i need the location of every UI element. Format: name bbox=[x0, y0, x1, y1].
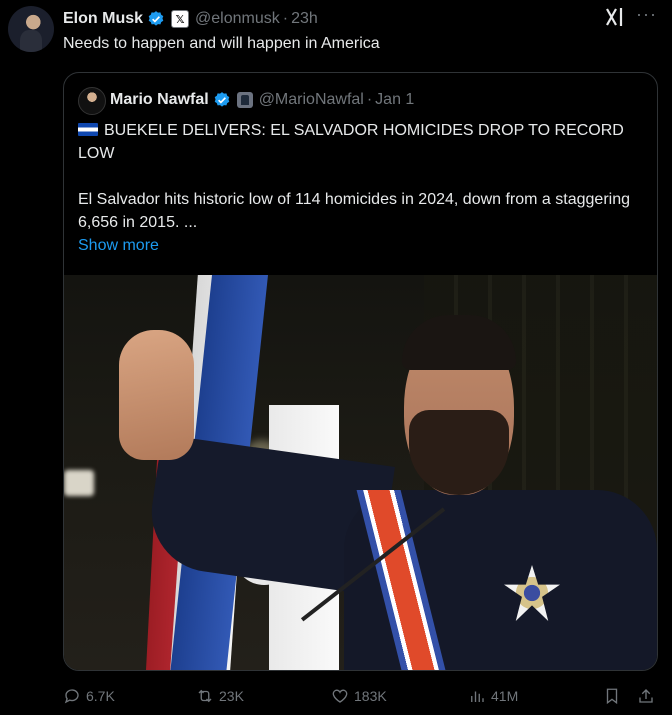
quoted-headline: BUEKELE DELIVERS: EL SALVADOR HOMICIDES … bbox=[78, 122, 624, 162]
quoted-tweet-body: BUEKELE DELIVERS: EL SALVADOR HOMICIDES … bbox=[78, 119, 648, 257]
quoted-tweet-time[interactable]: Jan 1 bbox=[375, 91, 414, 109]
quoted-text: El Salvador hits historic low of 114 hom… bbox=[78, 191, 630, 231]
views-icon bbox=[471, 691, 484, 702]
author-name[interactable]: Elon Musk bbox=[63, 10, 143, 28]
author-avatar[interactable] bbox=[8, 6, 54, 52]
quoted-author-name[interactable]: Mario Nawfal bbox=[110, 91, 209, 109]
reply-button[interactable]: 6.7K bbox=[63, 683, 115, 709]
el-salvador-flag-icon bbox=[78, 123, 98, 136]
verified-badge-icon bbox=[214, 92, 229, 107]
author-handle[interactable]: @elonmusk bbox=[195, 10, 280, 28]
quoted-tweet-header: Mario Nawfal @MarioNawfal · Jan 1 bbox=[110, 89, 414, 111]
views-button[interactable]: 41M bbox=[468, 683, 518, 709]
share-icon bbox=[639, 689, 653, 703]
bookmark-icon bbox=[606, 688, 618, 705]
x-affiliate-badge-icon: 𝕏 bbox=[171, 10, 190, 28]
heart-icon bbox=[332, 689, 348, 703]
quoted-tweet[interactable]: Mario Nawfal @MarioNawfal · Jan 1 BUEKEL… bbox=[63, 72, 658, 671]
views-count: 41M bbox=[491, 688, 519, 704]
quoted-author-avatar[interactable] bbox=[78, 87, 106, 115]
more-dots-icon[interactable]: ··· bbox=[636, 4, 657, 25]
tweet-text: Needs to happen and will happen in Ameri… bbox=[63, 35, 380, 52]
tweet-actions: 6.7K 23K 183K 41M bbox=[63, 683, 656, 709]
verified-badge-icon bbox=[148, 11, 164, 26]
quoted-author-handle[interactable]: @MarioNawfal bbox=[259, 91, 364, 109]
grok-icon[interactable] bbox=[604, 6, 628, 28]
repost-count: 23K bbox=[219, 688, 244, 704]
show-more-link[interactable]: Show more bbox=[78, 237, 159, 254]
like-button[interactable]: 183K bbox=[331, 683, 387, 709]
bookmark-button[interactable] bbox=[603, 683, 626, 709]
tweet-time[interactable]: 23h bbox=[291, 10, 318, 28]
reply-count: 6.7K bbox=[86, 688, 115, 704]
share-button[interactable] bbox=[637, 683, 660, 709]
reply-icon bbox=[64, 689, 79, 704]
separator-dot: · bbox=[282, 10, 289, 27]
affiliate-badge-icon bbox=[236, 92, 253, 108]
tweet-header: Elon Musk 𝕏 @elonmusk · 23h bbox=[63, 8, 318, 30]
quoted-tweet-photo[interactable] bbox=[64, 275, 657, 670]
separator-dot: · bbox=[366, 91, 373, 108]
repost-button[interactable]: 23K bbox=[196, 683, 244, 709]
repost-icon bbox=[198, 689, 212, 703]
like-count: 183K bbox=[354, 688, 387, 704]
